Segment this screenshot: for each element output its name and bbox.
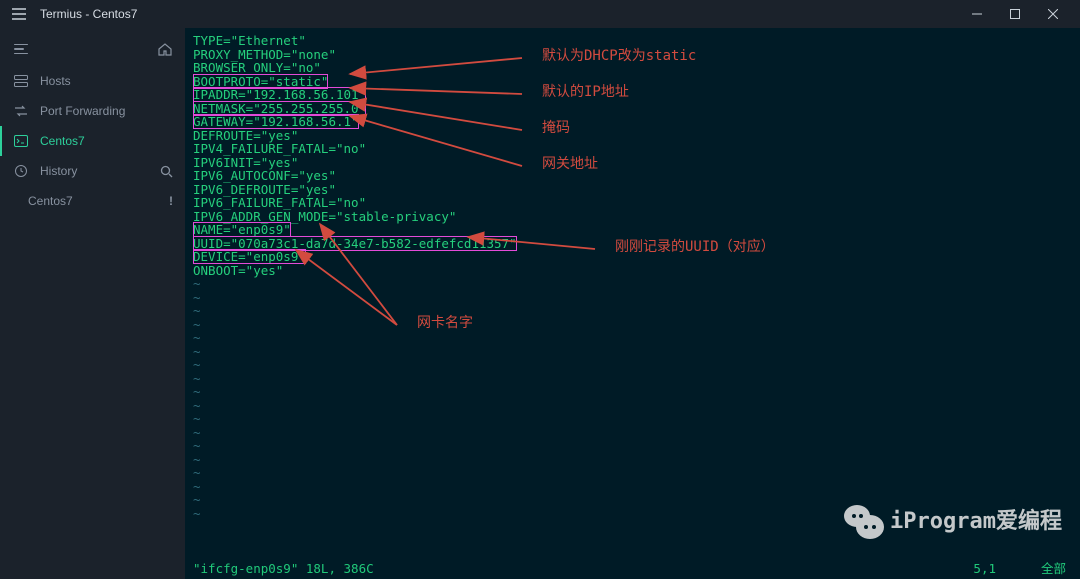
sidebar-item-label: Centos7	[28, 194, 73, 208]
sidebar-item-label: Centos7	[40, 134, 85, 148]
terminal-empty-line: ~	[193, 358, 1080, 372]
search-icon[interactable]	[160, 165, 173, 178]
terminal-empty-line: ~	[193, 480, 1080, 494]
terminal-line: IPV6_FAILURE_FATAL="no"	[193, 196, 1080, 210]
terminal-empty-line: ~	[193, 453, 1080, 467]
wechat-icon	[842, 505, 882, 539]
menu-icon[interactable]	[8, 8, 30, 20]
terminal-empty-line: ~	[193, 331, 1080, 345]
app-title: Termius - Centos7	[40, 7, 137, 21]
home-icon[interactable]	[157, 42, 173, 56]
alert-icon: !	[169, 194, 173, 208]
terminal[interactable]: TYPE="Ethernet"PROXY_METHOD="none"BROWSE…	[185, 28, 1080, 579]
terminal-empty-line: ~	[193, 399, 1080, 413]
status-file: "ifcfg-enp0s9" 18L, 386C	[193, 562, 374, 576]
sidebar-item-hosts[interactable]: Hosts	[0, 66, 185, 96]
annotation-label: 网卡名字	[417, 317, 473, 331]
terminal-line: IPV6INIT="yes"	[193, 156, 1080, 170]
terminal-line: NETMASK="255.255.255.0"	[193, 102, 1080, 116]
terminal-empty-line: ~	[193, 439, 1080, 453]
window-close-button[interactable]	[1034, 0, 1072, 28]
sidebar-item-label: Port Forwarding	[40, 104, 125, 118]
window-maximize-button[interactable]	[996, 0, 1034, 28]
terminal-line: IPADDR="192.168.56.101"	[193, 88, 1080, 102]
terminal-empty-line: ~	[193, 291, 1080, 305]
terminal-empty-line: ~	[193, 385, 1080, 399]
annotation-label: 网关地址	[542, 158, 598, 172]
sidebar-item-label: Hosts	[40, 74, 71, 88]
sidebar-item-centos7[interactable]: Centos7	[0, 126, 185, 156]
terminal-line: BOOTPROTO="static"	[193, 75, 1080, 89]
body: Hosts Port Forwarding Centos7 History	[0, 28, 1080, 579]
terminal-empty-line: ~	[193, 466, 1080, 480]
watermark-text: iProgram爱编程	[890, 515, 1062, 529]
terminal-line: DEFROUTE="yes"	[193, 129, 1080, 143]
terminal-empty-line: ~	[193, 412, 1080, 426]
sidebar-item-port-forwarding[interactable]: Port Forwarding	[0, 96, 185, 126]
terminal-line: ONBOOT="yes"	[193, 264, 1080, 278]
annotation-label: 刚刚记录的UUID（对应）	[615, 241, 775, 255]
terminal-line: TYPE="Ethernet"	[193, 34, 1080, 48]
terminal-empty-line: ~	[193, 345, 1080, 359]
sidebar-collapse-icon[interactable]	[14, 44, 28, 55]
sidebar-item-centos7-sub[interactable]: Centos7 !	[0, 186, 185, 216]
terminal-line: GATEWAY="192.168.56.1"	[193, 115, 1080, 129]
terminal-empty-line: ~	[193, 372, 1080, 386]
terminal-icon	[12, 135, 30, 147]
window-minimize-button[interactable]	[958, 0, 996, 28]
terminal-empty-line: ~	[193, 426, 1080, 440]
terminal-empty-line: ~	[193, 318, 1080, 332]
sidebar-item-history[interactable]: History	[0, 156, 185, 186]
terminal-line: IPV6_DEFROUTE="yes"	[193, 183, 1080, 197]
sidebar-top	[0, 32, 185, 66]
terminal-line: NAME="enp0s9"	[193, 223, 1080, 237]
terminal-line: IPV4_FAILURE_FATAL="no"	[193, 142, 1080, 156]
annotation-label: 掩码	[542, 122, 570, 136]
status-mode: 全部	[1026, 562, 1066, 576]
terminal-empty-line: ~	[193, 304, 1080, 318]
hosts-icon	[12, 75, 30, 87]
port-forwarding-icon	[12, 105, 30, 117]
titlebar: Termius - Centos7	[0, 0, 1080, 28]
annotation-label: 默认的IP地址	[542, 86, 629, 100]
watermark: iProgram爱编程	[842, 505, 1062, 539]
sidebar-item-label: History	[40, 164, 77, 178]
sidebar: Hosts Port Forwarding Centos7 History	[0, 28, 185, 579]
terminal-line: IPV6_AUTOCONF="yes"	[193, 169, 1080, 183]
history-icon	[12, 164, 30, 178]
vim-statusbar: "ifcfg-enp0s9" 18L, 386C 5,1 全部	[185, 562, 1080, 576]
annotation-label: 默认为DHCP改为static	[542, 50, 696, 64]
status-pos: 5,1	[973, 562, 996, 576]
terminal-line: IPV6_ADDR_GEN_MODE="stable-privacy"	[193, 210, 1080, 224]
terminal-empty-line: ~	[193, 277, 1080, 291]
